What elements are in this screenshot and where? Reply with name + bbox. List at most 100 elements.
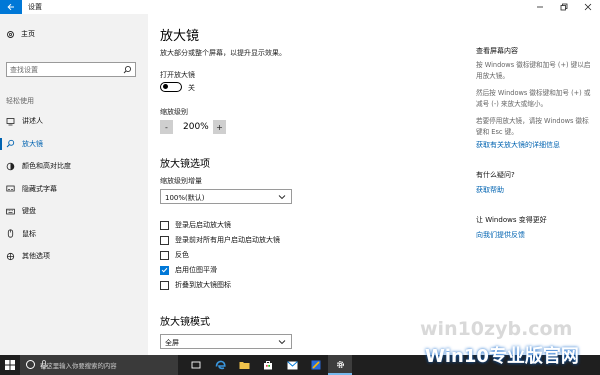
minimize-button[interactable] bbox=[528, 0, 552, 14]
open-magnifier-label: 打开放大镜 bbox=[160, 71, 195, 79]
magnifier-toggle[interactable] bbox=[160, 82, 182, 92]
sidebar-item-narrator[interactable]: 讲述人 bbox=[0, 110, 148, 133]
zoom-increment-value: 100%(默认) bbox=[165, 194, 205, 202]
settings-taskbar-button[interactable] bbox=[328, 355, 352, 375]
toggle-knob bbox=[163, 84, 168, 90]
folder-icon bbox=[239, 362, 249, 369]
checkbox-label: 反色 bbox=[175, 251, 189, 259]
sidebar-item-magnifier[interactable]: 放大镜 bbox=[0, 133, 148, 156]
mode-heading: 放大镜模式 bbox=[160, 317, 210, 328]
checkbox-label: 启用位图平滑 bbox=[175, 266, 217, 274]
taskbar: 在这里输入你要搜索的内容 Win10专业版官网 bbox=[0, 346, 600, 375]
checkbox-box[interactable] bbox=[160, 265, 169, 275]
checkbox-box[interactable] bbox=[160, 235, 169, 245]
back-button[interactable] bbox=[0, 0, 22, 14]
checkbox-bitmap-smoothing[interactable]: 启用位图平滑 bbox=[160, 264, 217, 276]
help-title-view-screen: 查看屏幕内容 bbox=[476, 47, 518, 55]
checkbox-start-after-signin[interactable]: 登录后启动放大镜 bbox=[160, 219, 231, 231]
page-description: 放大部分或整个屏幕，以提升显示效果。 bbox=[160, 49, 286, 57]
title-bar: 设置 bbox=[0, 0, 600, 14]
task-view-button[interactable] bbox=[184, 355, 208, 375]
close-icon bbox=[584, 3, 592, 11]
checkbox-label: 折叠到放大镜图标 bbox=[175, 281, 231, 289]
sidebar-home[interactable]: 主页 bbox=[6, 29, 35, 39]
checkbox-box[interactable] bbox=[160, 220, 169, 230]
mail-taskbar-button[interactable] bbox=[280, 355, 304, 375]
checkbox-collapse-to-icon[interactable]: 折叠到放大镜图标 bbox=[160, 279, 231, 291]
toggle-state: 关 bbox=[188, 84, 195, 92]
start-button[interactable] bbox=[0, 355, 20, 375]
checkbox-start-before-signin[interactable]: 登录前对所有用户启动启动放大镜 bbox=[160, 234, 280, 246]
checkbox-box[interactable] bbox=[160, 280, 169, 290]
sidebar-item-keyboard[interactable]: 键盘 bbox=[0, 200, 148, 223]
checkbox-label: 登录前对所有用户启动启动放大镜 bbox=[175, 236, 280, 244]
task-view-icon bbox=[191, 361, 201, 369]
zoom-increment-select[interactable]: 100%(默认) bbox=[160, 189, 292, 204]
magnifier-mode-value: 全屏 bbox=[165, 339, 179, 347]
sidebar-item-contrast[interactable]: 颜色和高对比度 bbox=[0, 155, 148, 178]
section-label: 轻松使用 bbox=[6, 97, 34, 105]
help-text-3: 若要停用放大镜，请按 Windows 徽标键和 Esc 键。 bbox=[476, 117, 589, 136]
watermark-url: win10zyb.com bbox=[420, 318, 573, 340]
zoom-level-value: 200% bbox=[183, 122, 209, 132]
sidebar-item-label: 放大镜 bbox=[22, 139, 43, 148]
sidebar-item-other-options[interactable]: 其他选项 bbox=[0, 245, 148, 268]
help-title-questions: 有什么疑问? bbox=[476, 171, 515, 179]
sidebar: 主页 轻松使用 讲述人 放大镜 颜色和高对比度 bbox=[0, 14, 148, 355]
get-help-link[interactable]: 获取帮助 bbox=[476, 185, 594, 195]
store-taskbar-button[interactable] bbox=[256, 355, 280, 375]
help-title-feedback: 让 Windows 变得更好 bbox=[476, 216, 547, 224]
help-text-2: 然后按 Windows 徽标键和加号 (+) 或减号 (-) 来放大或缩小。 bbox=[476, 89, 591, 108]
options-heading: 放大镜选项 bbox=[160, 159, 210, 170]
help-text-1: 按 Windows 徽标键和加号 (+) 键以启用放大镜。 bbox=[476, 61, 591, 80]
magnifier-icon bbox=[6, 139, 15, 148]
sidebar-item-label: 键盘 bbox=[22, 207, 36, 216]
page-title: 放大镜 bbox=[160, 29, 200, 44]
zoom-in-button[interactable]: + bbox=[213, 120, 226, 134]
file-explorer-button[interactable] bbox=[232, 355, 256, 375]
taskbar-search-box[interactable]: 在这里输入你要搜索的内容 bbox=[20, 355, 178, 375]
magnifier-mode-select[interactable]: 全屏 bbox=[160, 334, 292, 349]
settings-search-box[interactable] bbox=[6, 62, 136, 77]
sidebar-item-label: 隐藏式字幕 bbox=[22, 184, 57, 193]
sidebar-item-label: 颜色和高对比度 bbox=[22, 162, 71, 171]
chevron-down-icon bbox=[278, 193, 286, 203]
minimize-icon bbox=[537, 6, 543, 8]
sidebar-nav: 讲述人 放大镜 颜色和高对比度 隐藏式字幕 键盘 鼠标 其他选项 bbox=[0, 110, 148, 268]
microphone-icon[interactable] bbox=[40, 360, 173, 372]
contrast-icon bbox=[6, 162, 15, 171]
checkbox-box[interactable] bbox=[160, 250, 169, 260]
feedback-link[interactable]: 向我们提供反馈 bbox=[476, 230, 594, 240]
magnifier-info-link[interactable]: 获取有关放大镜的详细信息 bbox=[476, 140, 594, 150]
keyboard-icon bbox=[6, 207, 15, 216]
window-title: 设置 bbox=[28, 3, 42, 11]
zoom-level-label: 缩放级别 bbox=[160, 108, 188, 116]
zoom-increment-label: 缩放级别增量 bbox=[160, 177, 202, 185]
checkmark-icon bbox=[161, 267, 168, 273]
maximize-icon bbox=[560, 3, 568, 11]
sidebar-item-mouse[interactable]: 鼠标 bbox=[0, 223, 148, 246]
sidebar-item-label: 鼠标 bbox=[22, 229, 36, 238]
cortana-icon bbox=[26, 360, 35, 369]
app-tile-icon bbox=[311, 360, 321, 370]
sidebar-item-label: 其他选项 bbox=[22, 252, 50, 261]
windows-logo-icon bbox=[5, 360, 15, 370]
checkbox-invert-colors[interactable]: 反色 bbox=[160, 249, 189, 261]
back-arrow-icon bbox=[7, 3, 14, 11]
store-bag-icon bbox=[264, 361, 272, 370]
edge-taskbar-button[interactable] bbox=[208, 355, 232, 375]
app-taskbar-button[interactable] bbox=[304, 355, 328, 375]
search-icon[interactable] bbox=[123, 65, 132, 76]
close-button[interactable] bbox=[576, 0, 600, 14]
gear-icon bbox=[336, 360, 344, 368]
sidebar-item-captions[interactable]: 隐藏式字幕 bbox=[0, 178, 148, 201]
settings-search-input[interactable] bbox=[10, 64, 120, 75]
right-help-panel: 查看屏幕内容 按 Windows 徽标键和加号 (+) 键以启用放大镜。 然后按… bbox=[476, 46, 594, 240]
home-label: 主页 bbox=[21, 30, 35, 38]
sidebar-item-label: 讲述人 bbox=[22, 117, 43, 126]
maximize-button[interactable] bbox=[552, 0, 576, 14]
captions-icon bbox=[6, 184, 15, 193]
narrator-icon bbox=[6, 117, 15, 126]
zoom-out-button[interactable]: - bbox=[160, 120, 173, 134]
watermark-brand: Win10专业版官网 bbox=[425, 346, 579, 367]
